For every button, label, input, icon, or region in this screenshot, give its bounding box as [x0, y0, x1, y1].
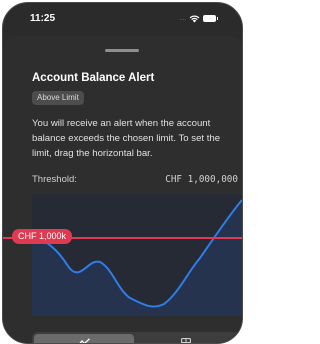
status-bar: 11:25 ....: [3, 3, 242, 37]
balance-chart-svg: [32, 194, 242, 316]
table-view-tab[interactable]: [136, 334, 236, 344]
status-icons: ....: [179, 14, 216, 23]
alert-sheet: Account Balance Alert Above Limit You wi…: [3, 36, 242, 343]
chart-view-tab[interactable]: [34, 334, 134, 344]
threshold-label: Threshold:: [32, 174, 77, 185]
view-toggle: [32, 332, 240, 344]
signal-icon: ....: [179, 16, 186, 22]
table-icon: [181, 338, 191, 344]
description-text: You will receive an alert when the accou…: [32, 116, 242, 161]
phone-frame: 11:25 .... Account Balance Alert Above L…: [2, 2, 243, 344]
status-badge: Above Limit: [32, 91, 84, 105]
sheet-grabber[interactable]: [105, 49, 139, 52]
line-chart-icon: [78, 338, 90, 344]
battery-icon: [203, 15, 216, 22]
wifi-icon: [189, 15, 200, 23]
limit-marker-label[interactable]: CHF 1,000k: [12, 229, 72, 244]
threshold-value: CHF 1,000,000: [165, 174, 238, 185]
status-time: 11:25: [30, 13, 55, 24]
balance-chart: [32, 194, 242, 316]
sheet-title: Account Balance Alert: [32, 72, 154, 84]
